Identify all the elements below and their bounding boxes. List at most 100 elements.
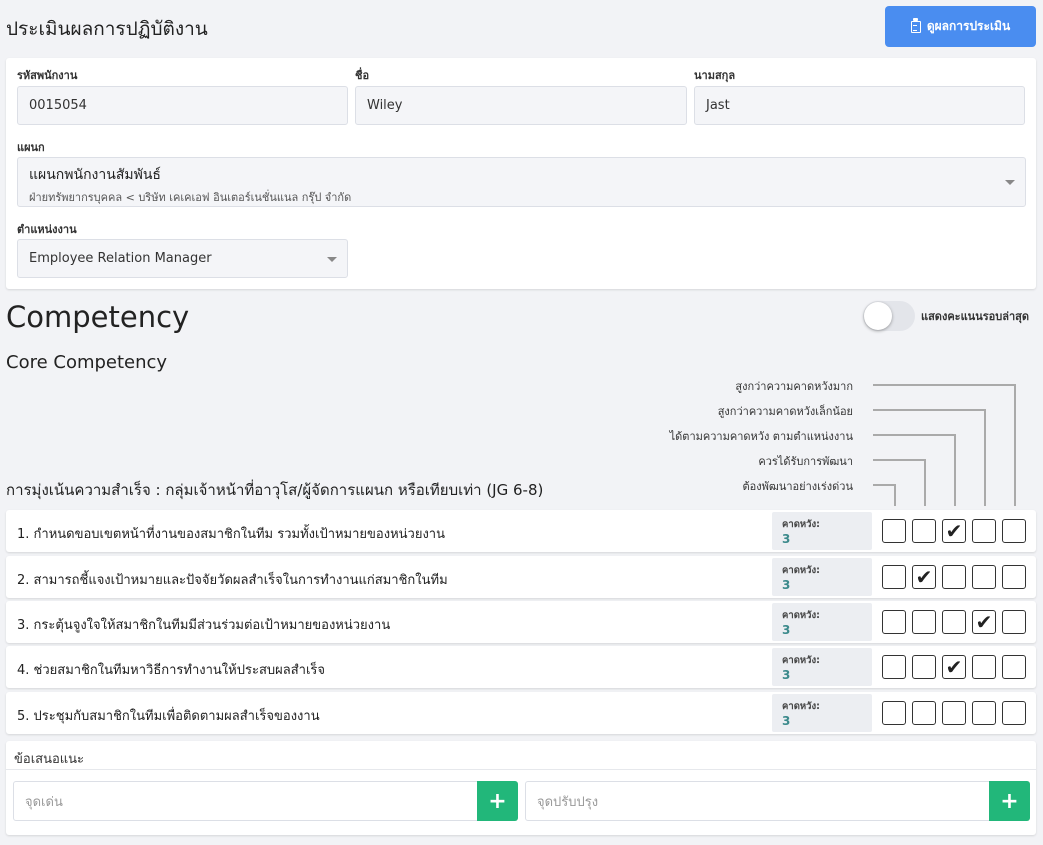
competency-item-text: 1. กำหนดขอบเขตหน้าที่งานของสมาชิกในทีม ร…	[17, 527, 445, 542]
rating-checkbox-3[interactable]	[942, 565, 966, 589]
rating-checkbox-5[interactable]	[1002, 701, 1026, 725]
competency-group-title: การมุ่งเน้นความสำเร็จ : กลุ่มเจ้าหน้าที่…	[6, 481, 544, 499]
expected-label: คาดหวัง:	[782, 610, 820, 621]
clipboard-icon	[910, 17, 921, 33]
plus-icon: +	[1000, 788, 1019, 814]
competency-row: 4. ช่วยสมาชิกในทีมหาวิธีการทำงานให้ประสบ…	[6, 646, 1036, 688]
rating-checkbox-2[interactable]	[912, 610, 936, 634]
scale-label-5: สูงกว่าความคาดหวังมาก	[735, 380, 853, 393]
rating-checkbox-4[interactable]	[972, 519, 996, 543]
scale-label-4: สูงกว่าความคาดหวังเล็กน้อย	[717, 405, 853, 418]
competency-item-text: 5. ประชุมกับสมาชิกในทีมเพื่อติดตามผลสำเร…	[17, 709, 320, 724]
check-icon: ✔	[915, 565, 933, 589]
suggestion-card: ข้อเสนอแนะ จุดเด่น + จุดปรับปรุง +	[6, 741, 1036, 835]
rating-checkbox-4[interactable]	[972, 701, 996, 725]
rating-checkbox-1[interactable]	[882, 610, 906, 634]
competency-row: 5. ประชุมกับสมาชิกในทีมเพื่อติดตามผลสำเร…	[6, 692, 1036, 734]
expected-score-box: คาดหวัง: 3	[772, 558, 872, 596]
department-path: ฝ่ายทรัพยากรบุคคล < บริษัท เคเคเอฟ อินเต…	[29, 191, 352, 204]
rating-checkbox-5[interactable]	[1002, 519, 1026, 543]
check-icon: ✔	[945, 519, 963, 543]
expected-score-box: คาดหวัง: 3	[772, 648, 872, 686]
employee-id-label: รหัสพนักงาน	[17, 69, 78, 82]
core-competency-title: Core Competency	[6, 352, 168, 373]
rating-checkbox-4[interactable]: ✔	[972, 610, 996, 634]
rating-checkbox-5[interactable]	[1002, 610, 1026, 634]
rating-checkbox-3[interactable]	[942, 701, 966, 725]
first-name-label: ชื่อ	[355, 69, 370, 82]
chevron-down-icon	[1005, 180, 1015, 185]
competency-title: Competency	[6, 300, 190, 334]
rating-checkbox-4[interactable]	[972, 655, 996, 679]
rating-checkbox-1[interactable]	[882, 519, 906, 543]
rating-checkbox-4[interactable]	[972, 565, 996, 589]
expected-score-box: คาดหวัง: 3	[772, 512, 872, 550]
expected-value: 3	[782, 578, 791, 592]
expected-score-box: คาดหวัง: 3	[772, 603, 872, 641]
rating-checkbox-2[interactable]: ✔	[912, 565, 936, 589]
legend-line	[873, 484, 895, 486]
department-select[interactable]: แผนกพนักงานสัมพันธ์ ฝ่ายทรัพยากรบุคคล < …	[17, 157, 1026, 207]
legend-line	[894, 484, 896, 506]
rating-checkbox-3[interactable]: ✔	[942, 655, 966, 679]
rating-checkbox-1[interactable]	[882, 565, 906, 589]
rating-checkbox-1[interactable]	[882, 701, 906, 725]
expected-value: 3	[782, 532, 791, 546]
expected-label: คาดหวัง:	[782, 519, 820, 530]
position-value: Employee Relation Manager	[29, 251, 212, 266]
add-improvement-button[interactable]: +	[989, 781, 1030, 821]
rating-checkbox-3[interactable]	[942, 610, 966, 634]
strength-input[interactable]: จุดเด่น	[13, 781, 478, 821]
competency-row: 2. สามารถชี้แจงเป้าหมายและปัจจัยวัดผลสำเ…	[6, 556, 1036, 598]
legend-line	[1014, 384, 1016, 506]
department-label: แผนก	[17, 141, 45, 154]
check-icon: ✔	[945, 655, 963, 679]
first-name-field[interactable]: Wiley	[355, 86, 687, 125]
expected-label: คาดหวัง:	[782, 655, 820, 666]
check-icon: ✔	[975, 610, 993, 634]
rating-checkbox-2[interactable]	[912, 519, 936, 543]
divider	[6, 769, 1036, 770]
suggestion-label: ข้อเสนอแนะ	[14, 752, 85, 767]
legend-line	[873, 459, 925, 461]
rating-checkbox-5[interactable]	[1002, 655, 1026, 679]
employee-info-card: รหัสพนักงาน 0015054 ชื่อ Wiley นามสกุล J…	[6, 58, 1036, 289]
show-latest-score-toggle[interactable]	[863, 301, 915, 331]
competency-item-text: 3. กระตุ้นจูงใจให้สมาชิกในทีมมีส่วนร่วมต…	[17, 618, 391, 633]
legend-line	[954, 434, 956, 506]
legend-line	[984, 409, 986, 506]
competency-item-text: 4. ช่วยสมาชิกในทีมหาวิธีการทำงานให้ประสบ…	[17, 663, 325, 678]
expected-value: 3	[782, 623, 791, 637]
scale-label-1: ต้องพัฒนาอย่างเร่งด่วน	[742, 480, 853, 493]
add-strength-button[interactable]: +	[477, 781, 518, 821]
position-label: ตำแหน่งงาน	[17, 223, 77, 236]
legend-line	[873, 434, 955, 436]
legend-line	[924, 459, 926, 506]
toggle-knob	[864, 302, 892, 330]
rating-checkbox-2[interactable]	[912, 655, 936, 679]
view-results-label: ดูผลการประเมิน	[926, 19, 1011, 33]
plus-icon: +	[488, 788, 507, 814]
expected-value: 3	[782, 714, 791, 728]
improvement-input[interactable]: จุดปรับปรุง	[525, 781, 990, 821]
scale-label-3: ได้ตามความคาดหวัง ตามตำแหน่งงาน	[669, 430, 853, 443]
view-results-button[interactable]: ดูผลการประเมิน	[885, 6, 1036, 47]
competency-row: 3. กระตุ้นจูงใจให้สมาชิกในทีมมีส่วนร่วมต…	[6, 601, 1036, 643]
last-name-field[interactable]: Jast	[694, 86, 1025, 125]
rating-checkbox-3[interactable]: ✔	[942, 519, 966, 543]
rating-checkbox-1[interactable]	[882, 655, 906, 679]
position-select[interactable]: Employee Relation Manager	[17, 239, 348, 278]
expected-label: คาดหวัง:	[782, 565, 820, 576]
rating-checkbox-2[interactable]	[912, 701, 936, 725]
department-value: แผนกพนักงานสัมพันธ์	[29, 167, 161, 183]
expected-label: คาดหวัง:	[782, 701, 820, 712]
chevron-down-icon	[327, 257, 337, 262]
last-name-label: นามสกุล	[694, 69, 736, 82]
page-title: ประเมินผลการปฏิบัติงาน	[6, 18, 208, 40]
rating-checkbox-5[interactable]	[1002, 565, 1026, 589]
employee-id-field[interactable]: 0015054	[17, 86, 348, 125]
expected-score-box: คาดหวัง: 3	[772, 694, 872, 732]
scale-label-2: ควรได้รับการพัฒนา	[758, 455, 853, 468]
legend-line	[873, 384, 1015, 386]
show-latest-score-label: แสดงคะแนนรอบล่าสุด	[921, 310, 1029, 323]
